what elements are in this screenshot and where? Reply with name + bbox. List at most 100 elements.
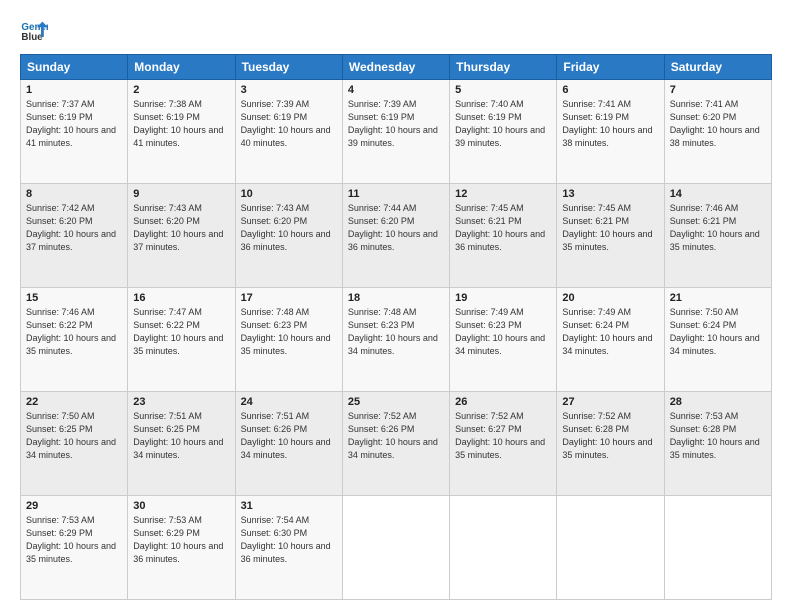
- column-header-monday: Monday: [128, 55, 235, 80]
- day-cell: 22 Sunrise: 7:50 AM Sunset: 6:25 PM Dayl…: [21, 392, 128, 496]
- day-info: Sunrise: 7:53 AM Sunset: 6:28 PM Dayligh…: [670, 410, 766, 462]
- day-cell: 5 Sunrise: 7:40 AM Sunset: 6:19 PM Dayli…: [450, 80, 557, 184]
- day-number: 7: [670, 84, 766, 96]
- day-info: Sunrise: 7:47 AM Sunset: 6:22 PM Dayligh…: [133, 306, 229, 358]
- day-number: 9: [133, 188, 229, 200]
- day-info: Sunrise: 7:52 AM Sunset: 6:28 PM Dayligh…: [562, 410, 658, 462]
- column-header-wednesday: Wednesday: [342, 55, 449, 80]
- week-row-1: 1 Sunrise: 7:37 AM Sunset: 6:19 PM Dayli…: [21, 80, 772, 184]
- day-number: 31: [241, 500, 337, 512]
- day-cell: 18 Sunrise: 7:48 AM Sunset: 6:23 PM Dayl…: [342, 288, 449, 392]
- week-row-4: 22 Sunrise: 7:50 AM Sunset: 6:25 PM Dayl…: [21, 392, 772, 496]
- day-number: 15: [26, 292, 122, 304]
- day-cell: 25 Sunrise: 7:52 AM Sunset: 6:26 PM Dayl…: [342, 392, 449, 496]
- day-cell: 15 Sunrise: 7:46 AM Sunset: 6:22 PM Dayl…: [21, 288, 128, 392]
- header: General Blue: [20, 16, 772, 44]
- day-cell: 14 Sunrise: 7:46 AM Sunset: 6:21 PM Dayl…: [664, 184, 771, 288]
- day-cell: 16 Sunrise: 7:47 AM Sunset: 6:22 PM Dayl…: [128, 288, 235, 392]
- calendar-table: SundayMondayTuesdayWednesdayThursdayFrid…: [20, 54, 772, 600]
- day-number: 10: [241, 188, 337, 200]
- day-info: Sunrise: 7:37 AM Sunset: 6:19 PM Dayligh…: [26, 98, 122, 150]
- day-info: Sunrise: 7:38 AM Sunset: 6:19 PM Dayligh…: [133, 98, 229, 150]
- day-cell: 7 Sunrise: 7:41 AM Sunset: 6:20 PM Dayli…: [664, 80, 771, 184]
- day-number: 12: [455, 188, 551, 200]
- day-info: Sunrise: 7:49 AM Sunset: 6:24 PM Dayligh…: [562, 306, 658, 358]
- day-cell: 6 Sunrise: 7:41 AM Sunset: 6:19 PM Dayli…: [557, 80, 664, 184]
- day-info: Sunrise: 7:49 AM Sunset: 6:23 PM Dayligh…: [455, 306, 551, 358]
- day-info: Sunrise: 7:43 AM Sunset: 6:20 PM Dayligh…: [133, 202, 229, 254]
- day-info: Sunrise: 7:41 AM Sunset: 6:20 PM Dayligh…: [670, 98, 766, 150]
- day-number: 5: [455, 84, 551, 96]
- week-row-5: 29 Sunrise: 7:53 AM Sunset: 6:29 PM Dayl…: [21, 496, 772, 600]
- day-info: Sunrise: 7:45 AM Sunset: 6:21 PM Dayligh…: [455, 202, 551, 254]
- day-cell: 10 Sunrise: 7:43 AM Sunset: 6:20 PM Dayl…: [235, 184, 342, 288]
- column-header-tuesday: Tuesday: [235, 55, 342, 80]
- day-cell: 30 Sunrise: 7:53 AM Sunset: 6:29 PM Dayl…: [128, 496, 235, 600]
- day-info: Sunrise: 7:41 AM Sunset: 6:19 PM Dayligh…: [562, 98, 658, 150]
- day-cell: 19 Sunrise: 7:49 AM Sunset: 6:23 PM Dayl…: [450, 288, 557, 392]
- day-info: Sunrise: 7:52 AM Sunset: 6:27 PM Dayligh…: [455, 410, 551, 462]
- day-number: 22: [26, 396, 122, 408]
- day-number: 26: [455, 396, 551, 408]
- day-number: 13: [562, 188, 658, 200]
- day-info: Sunrise: 7:43 AM Sunset: 6:20 PM Dayligh…: [241, 202, 337, 254]
- week-row-2: 8 Sunrise: 7:42 AM Sunset: 6:20 PM Dayli…: [21, 184, 772, 288]
- day-cell: 4 Sunrise: 7:39 AM Sunset: 6:19 PM Dayli…: [342, 80, 449, 184]
- day-info: Sunrise: 7:54 AM Sunset: 6:30 PM Dayligh…: [241, 514, 337, 566]
- day-cell: [557, 496, 664, 600]
- logo-icon: General Blue: [20, 16, 48, 44]
- day-info: Sunrise: 7:50 AM Sunset: 6:24 PM Dayligh…: [670, 306, 766, 358]
- day-number: 16: [133, 292, 229, 304]
- day-number: 8: [26, 188, 122, 200]
- svg-text:Blue: Blue: [21, 32, 43, 43]
- day-cell: 12 Sunrise: 7:45 AM Sunset: 6:21 PM Dayl…: [450, 184, 557, 288]
- day-info: Sunrise: 7:44 AM Sunset: 6:20 PM Dayligh…: [348, 202, 444, 254]
- day-number: 11: [348, 188, 444, 200]
- day-info: Sunrise: 7:48 AM Sunset: 6:23 PM Dayligh…: [348, 306, 444, 358]
- day-cell: 8 Sunrise: 7:42 AM Sunset: 6:20 PM Dayli…: [21, 184, 128, 288]
- day-number: 2: [133, 84, 229, 96]
- day-number: 18: [348, 292, 444, 304]
- day-info: Sunrise: 7:48 AM Sunset: 6:23 PM Dayligh…: [241, 306, 337, 358]
- day-cell: 24 Sunrise: 7:51 AM Sunset: 6:26 PM Dayl…: [235, 392, 342, 496]
- day-cell: 31 Sunrise: 7:54 AM Sunset: 6:30 PM Dayl…: [235, 496, 342, 600]
- day-info: Sunrise: 7:51 AM Sunset: 6:25 PM Dayligh…: [133, 410, 229, 462]
- day-number: 17: [241, 292, 337, 304]
- day-number: 21: [670, 292, 766, 304]
- day-info: Sunrise: 7:52 AM Sunset: 6:26 PM Dayligh…: [348, 410, 444, 462]
- day-cell: 28 Sunrise: 7:53 AM Sunset: 6:28 PM Dayl…: [664, 392, 771, 496]
- day-number: 28: [670, 396, 766, 408]
- day-cell: [342, 496, 449, 600]
- page: General Blue SundayMondayTuesdayWednesda…: [0, 0, 792, 612]
- day-cell: 27 Sunrise: 7:52 AM Sunset: 6:28 PM Dayl…: [557, 392, 664, 496]
- day-info: Sunrise: 7:46 AM Sunset: 6:22 PM Dayligh…: [26, 306, 122, 358]
- day-info: Sunrise: 7:39 AM Sunset: 6:19 PM Dayligh…: [241, 98, 337, 150]
- day-cell: 17 Sunrise: 7:48 AM Sunset: 6:23 PM Dayl…: [235, 288, 342, 392]
- column-header-thursday: Thursday: [450, 55, 557, 80]
- day-info: Sunrise: 7:50 AM Sunset: 6:25 PM Dayligh…: [26, 410, 122, 462]
- day-cell: 11 Sunrise: 7:44 AM Sunset: 6:20 PM Dayl…: [342, 184, 449, 288]
- column-header-saturday: Saturday: [664, 55, 771, 80]
- day-cell: [450, 496, 557, 600]
- day-info: Sunrise: 7:42 AM Sunset: 6:20 PM Dayligh…: [26, 202, 122, 254]
- day-info: Sunrise: 7:39 AM Sunset: 6:19 PM Dayligh…: [348, 98, 444, 150]
- day-info: Sunrise: 7:40 AM Sunset: 6:19 PM Dayligh…: [455, 98, 551, 150]
- day-cell: 23 Sunrise: 7:51 AM Sunset: 6:25 PM Dayl…: [128, 392, 235, 496]
- day-cell: 26 Sunrise: 7:52 AM Sunset: 6:27 PM Dayl…: [450, 392, 557, 496]
- day-cell: 29 Sunrise: 7:53 AM Sunset: 6:29 PM Dayl…: [21, 496, 128, 600]
- day-cell: 21 Sunrise: 7:50 AM Sunset: 6:24 PM Dayl…: [664, 288, 771, 392]
- day-cell: 20 Sunrise: 7:49 AM Sunset: 6:24 PM Dayl…: [557, 288, 664, 392]
- day-number: 4: [348, 84, 444, 96]
- day-number: 1: [26, 84, 122, 96]
- header-row: SundayMondayTuesdayWednesdayThursdayFrid…: [21, 55, 772, 80]
- day-number: 27: [562, 396, 658, 408]
- day-number: 3: [241, 84, 337, 96]
- day-number: 29: [26, 500, 122, 512]
- logo: General Blue: [20, 16, 52, 44]
- day-info: Sunrise: 7:46 AM Sunset: 6:21 PM Dayligh…: [670, 202, 766, 254]
- day-number: 6: [562, 84, 658, 96]
- day-info: Sunrise: 7:51 AM Sunset: 6:26 PM Dayligh…: [241, 410, 337, 462]
- day-number: 20: [562, 292, 658, 304]
- day-cell: [664, 496, 771, 600]
- day-info: Sunrise: 7:53 AM Sunset: 6:29 PM Dayligh…: [26, 514, 122, 566]
